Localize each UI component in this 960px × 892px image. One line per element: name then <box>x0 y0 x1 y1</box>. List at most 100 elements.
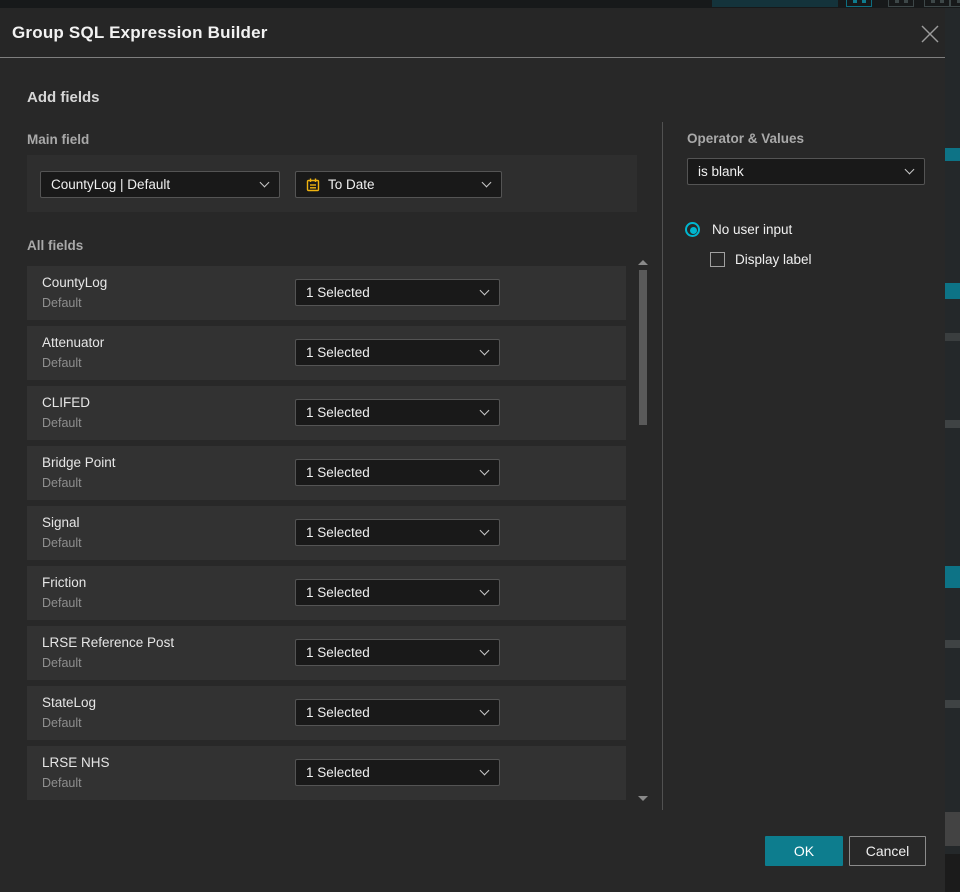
dropdown-value: 1 Selected <box>306 585 370 600</box>
main-field-type-dropdown[interactable]: To Date <box>295 171 502 198</box>
field-selected-dropdown[interactable]: 1 Selected <box>295 399 500 426</box>
background-fragment <box>945 420 960 428</box>
background-fragment <box>945 700 960 708</box>
background-app-right-strip <box>945 8 960 892</box>
field-selected-dropdown[interactable]: 1 Selected <box>295 699 500 726</box>
toolbar-button[interactable] <box>888 0 914 7</box>
group-sql-expression-builder-dialog: Group SQL Expression Builder Add fields … <box>0 8 945 892</box>
field-selected-dropdown[interactable]: 1 Selected <box>295 339 500 366</box>
dropdown-value: is blank <box>698 164 744 179</box>
scrollbar-up-arrow-icon[interactable] <box>638 260 648 265</box>
background-fragment <box>945 566 960 588</box>
field-sublabel: Default <box>42 296 82 310</box>
main-field-label: Main field <box>27 132 90 147</box>
chevron-down-icon <box>479 285 490 295</box>
background-fragment <box>945 283 960 299</box>
dropdown-value: 1 Selected <box>306 345 370 360</box>
no-user-input-label: No user input <box>712 222 793 237</box>
dropdown-value: 1 Selected <box>306 765 370 780</box>
no-user-input-radio[interactable] <box>685 222 700 237</box>
field-row: LRSE Reference Post Default 1 Selected <box>27 626 626 680</box>
chevron-down-icon <box>479 525 490 535</box>
dropdown-value: 1 Selected <box>306 645 370 660</box>
close-icon[interactable] <box>918 22 942 46</box>
toolbar-button[interactable] <box>846 0 872 7</box>
vertical-divider <box>662 122 663 810</box>
background-fragment <box>945 854 960 892</box>
field-name: StateLog <box>42 695 97 710</box>
operator-values-label: Operator & Values <box>687 131 805 146</box>
chevron-down-icon <box>479 645 490 655</box>
field-sublabel: Default <box>42 716 82 730</box>
field-selected-dropdown[interactable]: 1 Selected <box>295 519 500 546</box>
field-name: LRSE Reference Post <box>42 635 175 650</box>
field-name: LRSE NHS <box>42 755 110 770</box>
dropdown-value: 1 Selected <box>306 465 370 480</box>
field-selected-dropdown[interactable]: 1 Selected <box>295 759 500 786</box>
field-row: Bridge Point Default 1 Selected <box>27 446 626 500</box>
chevron-down-icon <box>479 705 490 715</box>
field-row: StateLog Default 1 Selected <box>27 686 626 740</box>
field-sublabel: Default <box>42 776 82 790</box>
field-name: Signal <box>42 515 80 530</box>
dropdown-value: To Date <box>328 177 375 192</box>
field-sublabel: Default <box>42 476 82 490</box>
chevron-down-icon <box>479 405 490 415</box>
chevron-down-icon <box>479 465 490 475</box>
dropdown-value: CountyLog | Default <box>51 177 171 192</box>
display-label-checkbox[interactable] <box>710 252 725 267</box>
field-name: Bridge Point <box>42 455 116 470</box>
dialog-title: Group SQL Expression Builder <box>12 23 268 42</box>
dialog-titlebar: Group SQL Expression Builder <box>0 8 945 58</box>
field-selected-dropdown[interactable]: 1 Selected <box>295 579 500 606</box>
field-row: Friction Default 1 Selected <box>27 566 626 620</box>
dropdown-value: 1 Selected <box>306 405 370 420</box>
background-fragment <box>945 812 960 846</box>
field-name: CLIFED <box>42 395 91 410</box>
add-fields-heading: Add fields <box>27 89 100 106</box>
field-sublabel: Default <box>42 596 82 610</box>
ok-button[interactable]: OK <box>765 836 843 866</box>
background-fragment <box>945 333 960 341</box>
calendar-icon <box>305 177 321 198</box>
field-sublabel: Default <box>42 416 82 430</box>
dropdown-value: 1 Selected <box>306 705 370 720</box>
toolbar-button[interactable] <box>950 0 960 7</box>
operator-dropdown[interactable]: is blank <box>687 158 925 185</box>
toolbar-button[interactable] <box>924 0 950 7</box>
dropdown-value: 1 Selected <box>306 525 370 540</box>
live-view-button[interactable]: Live view <box>712 0 838 7</box>
field-selected-dropdown[interactable]: 1 Selected <box>295 639 500 666</box>
field-selected-dropdown[interactable]: 1 Selected <box>295 279 500 306</box>
all-fields-label: All fields <box>27 238 84 253</box>
live-view-label: Live view <box>755 0 808 2</box>
field-name: Attenuator <box>42 335 105 350</box>
screen: Live view Group SQL Expression Builder <box>0 0 960 892</box>
field-sublabel: Default <box>42 536 82 550</box>
field-row: Signal Default 1 Selected <box>27 506 626 560</box>
scrollbar-down-arrow-icon[interactable] <box>638 796 648 801</box>
field-selected-dropdown[interactable]: 1 Selected <box>295 459 500 486</box>
chevron-down-icon <box>479 765 490 775</box>
field-row: LRSE NHS Default 1 Selected <box>27 746 626 800</box>
field-row: CountyLog Default 1 Selected <box>27 266 626 320</box>
all-fields-list: CountyLog Default 1 Selected Attenuator … <box>27 266 626 806</box>
chevron-down-icon <box>481 177 492 187</box>
main-field-dropdown[interactable]: CountyLog | Default <box>40 171 280 198</box>
radio-dot <box>690 227 697 234</box>
field-row: Attenuator Default 1 Selected <box>27 326 626 380</box>
field-sublabel: Default <box>42 656 82 670</box>
main-field-panel: CountyLog | Default To Date <box>27 155 637 212</box>
background-fragment <box>945 640 960 648</box>
field-sublabel: Default <box>42 356 82 370</box>
chevron-down-icon <box>259 177 270 187</box>
cancel-button[interactable]: Cancel <box>849 836 926 866</box>
chevron-down-icon <box>904 164 915 174</box>
field-name: CountyLog <box>42 275 108 290</box>
background-fragment <box>945 148 960 161</box>
chevron-down-icon <box>479 345 490 355</box>
scrollbar-thumb[interactable] <box>639 270 647 425</box>
field-name: Friction <box>42 575 87 590</box>
display-label-label: Display label <box>735 252 812 267</box>
background-app-top-strip: Live view <box>0 0 960 8</box>
